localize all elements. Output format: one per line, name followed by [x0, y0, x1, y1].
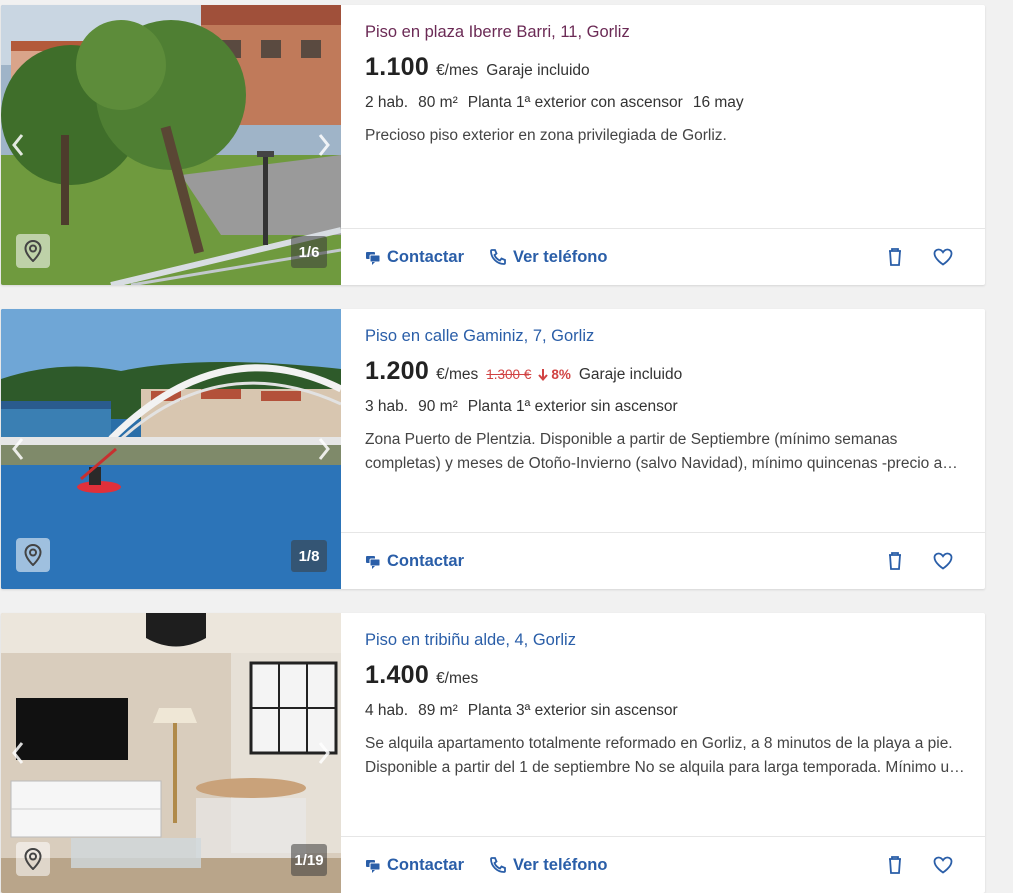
favorite-button[interactable] [931, 245, 955, 269]
floor-info: Planta 1ª exterior con ascensor [467, 94, 683, 111]
listing-title-link[interactable]: Piso en calle Gaminiz, 7, Gorliz [365, 327, 594, 346]
previous-photo-button[interactable] [5, 429, 31, 469]
garage-included: Garaje incluido [486, 62, 590, 79]
contact-button[interactable]: Contactar [365, 229, 464, 285]
listing-card: 1/8 Piso en calle Gaminiz, 7, Gorliz 1.2… [1, 309, 985, 589]
listing-actions: Contactar [341, 532, 985, 589]
garage-included: Garaje incluido [578, 366, 683, 383]
next-photo-button[interactable] [311, 429, 337, 469]
contact-button[interactable]: Contactar [365, 837, 464, 893]
chevron-right-icon [318, 134, 330, 156]
discard-button[interactable] [883, 549, 907, 573]
chat-icon [366, 860, 381, 873]
old-price: 1.300 € [486, 367, 532, 382]
price: 1.100 [365, 53, 430, 81]
listing-actions: Contactar Ver teléfono [341, 836, 985, 893]
map-pin-button[interactable] [16, 842, 50, 876]
chat-icon [366, 252, 381, 265]
price: 1.200 [365, 357, 430, 385]
arrow-down-icon [538, 369, 549, 381]
map-pin-button[interactable] [16, 234, 50, 268]
listing-photo[interactable]: 1/8 [1, 309, 341, 589]
price-row: 1.200 €/mes 1.300 € 8% Garaje incluido [365, 357, 682, 386]
listing-title-link[interactable]: Piso en tribiñu alde, 4, Gorliz [365, 631, 576, 650]
previous-photo-button[interactable] [5, 733, 31, 773]
price-unit: €/mes [436, 366, 479, 383]
price-drop-percent: 8% [551, 367, 571, 382]
price-row: 1.100 €/mes Garaje incluido [365, 53, 590, 82]
phone-icon [490, 857, 506, 873]
photo-harbor-bridge [1, 309, 341, 589]
favorite-button[interactable] [931, 853, 955, 877]
listing-card: 1/19 Piso en tribiñu alde, 4, Gorliz 1.4… [1, 613, 985, 893]
floor-info: Planta 1ª exterior sin ascensor [467, 398, 678, 415]
price-drop: 8% [538, 366, 571, 382]
discard-button[interactable] [883, 853, 907, 877]
chevron-right-icon [318, 438, 330, 460]
contact-label: Contactar [387, 855, 465, 874]
view-phone-button[interactable]: Ver teléfono [489, 837, 607, 893]
chevron-left-icon [12, 742, 24, 764]
rooms: 3 hab. [365, 398, 409, 415]
price-row: 1.400 €/mes [365, 661, 478, 690]
heart-icon [933, 552, 953, 570]
chevron-left-icon [12, 438, 24, 460]
rooms: 2 hab. [365, 94, 409, 111]
contact-label: Contactar [387, 551, 465, 570]
photo-garden-building [1, 5, 341, 285]
listing-details: 2 hab. 80 m² Planta 1ª exterior con ascens… [365, 94, 754, 112]
map-pin-icon [24, 544, 42, 566]
trash-icon [889, 552, 901, 570]
rooms: 4 hab. [365, 702, 409, 719]
trash-icon [889, 248, 901, 266]
photo-counter: 1/6 [291, 236, 327, 268]
surface: 90 m² [418, 398, 458, 415]
surface: 80 m² [418, 94, 458, 111]
view-phone-label: Ver teléfono [513, 855, 608, 874]
contact-button[interactable]: Contactar [365, 533, 464, 589]
contact-label: Contactar [387, 247, 465, 266]
listing-card: 1/6 Piso en plaza Iberre Barri, 11, Gorl… [1, 5, 985, 285]
surface: 89 m² [418, 702, 458, 719]
chevron-left-icon [12, 134, 24, 156]
listing-title-link[interactable]: Piso en plaza Iberre Barri, 11, Gorliz [365, 23, 630, 42]
map-pin-button[interactable] [16, 538, 50, 572]
photo-living-room [1, 613, 341, 893]
favorite-button[interactable] [931, 549, 955, 573]
view-phone-label: Ver teléfono [513, 247, 608, 266]
map-pin-icon [24, 848, 42, 870]
chat-icon [366, 556, 381, 569]
listing-details: 3 hab. 90 m² Planta 1ª exterior sin ascens… [365, 398, 688, 416]
heart-icon [933, 856, 953, 874]
published-date: 16 may [692, 94, 744, 111]
price-unit: €/mes [436, 670, 479, 687]
listing-description: Precioso piso exterior en zona privilegi… [365, 127, 727, 144]
phone-icon [490, 249, 506, 265]
map-pin-icon [24, 240, 42, 262]
photo-counter: 1/19 [291, 844, 327, 876]
listing-photo[interactable]: 1/6 [1, 5, 341, 285]
heart-icon [933, 248, 953, 266]
listing-actions: Contactar Ver teléfono [341, 228, 985, 285]
chevron-right-icon [318, 742, 330, 764]
price-unit: €/mes [436, 62, 479, 79]
listing-description: Se alquila apartamento totalmente reform… [365, 735, 958, 776]
price: 1.400 [365, 661, 430, 689]
view-phone-button[interactable]: Ver teléfono [489, 229, 607, 285]
discard-button[interactable] [883, 245, 907, 269]
previous-photo-button[interactable] [5, 125, 31, 165]
listing-photo[interactable]: 1/19 [1, 613, 341, 893]
trash-icon [889, 856, 901, 874]
floor-info: Planta 3ª exterior sin ascensor [467, 702, 678, 719]
next-photo-button[interactable] [311, 733, 337, 773]
listing-details: 4 hab. 89 m² Planta 3ª exterior sin ascens… [365, 702, 688, 720]
photo-counter: 1/8 [291, 540, 327, 572]
next-photo-button[interactable] [311, 125, 337, 165]
listing-description: Zona Puerto de Plentzia. Disponible a pa… [365, 431, 943, 472]
